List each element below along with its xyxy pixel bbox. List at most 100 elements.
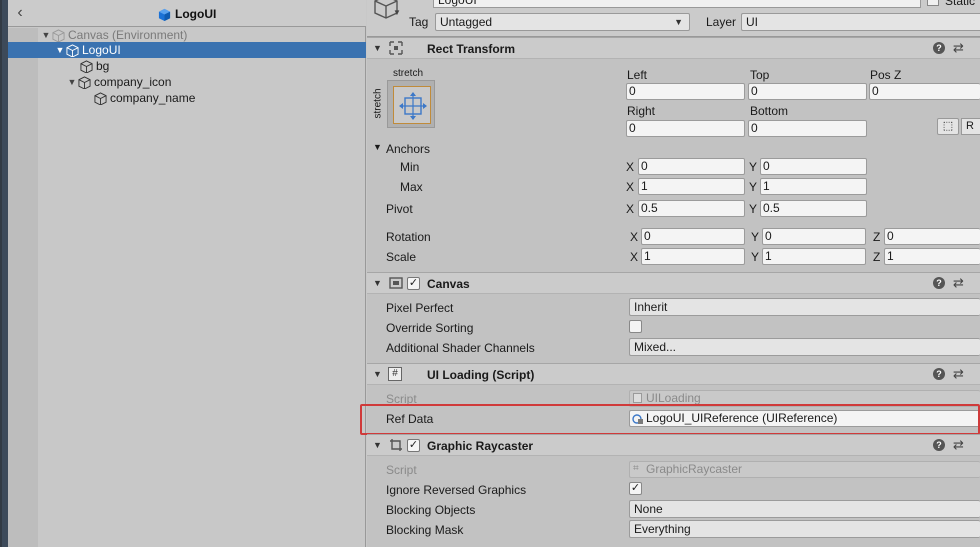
tree-item-label: Canvas (Environment): [68, 28, 188, 42]
help-icon[interactable]: ?: [933, 368, 945, 380]
override-sorting-checkbox[interactable]: [629, 320, 642, 333]
top-field[interactable]: 0: [748, 83, 867, 100]
ignore-reversed-label: Ignore Reversed Graphics: [386, 483, 527, 497]
anchor-min-x-field[interactable]: 0: [638, 158, 745, 175]
scale-y-axis-label: Y: [751, 250, 760, 264]
back-arrow-icon[interactable]: ‹: [12, 4, 28, 22]
right-label: Right: [627, 104, 656, 118]
tree-item-label: company_icon: [94, 75, 172, 89]
anchor-preset-frame: [393, 86, 431, 124]
anchor-max-x-field[interactable]: 1: [638, 178, 745, 195]
tree-item-label: company_name: [110, 91, 196, 105]
left-field[interactable]: 0: [626, 83, 745, 100]
tree-item-company-icon[interactable]: ▼ company_icon: [8, 74, 366, 90]
pivot-label: Pivot: [386, 202, 413, 216]
rotation-x-field[interactable]: 0: [641, 228, 745, 245]
shader-channels-label: Additional Shader Channels: [386, 341, 535, 355]
rotation-z-axis-label: Z: [873, 230, 881, 244]
shader-channels-dropdown[interactable]: Mixed...: [629, 338, 980, 356]
tag-dropdown[interactable]: Untagged ▼: [435, 13, 690, 31]
help-icon[interactable]: ?: [933, 277, 945, 289]
static-checkbox[interactable]: [927, 0, 939, 6]
fold-arrow-icon[interactable]: ▼: [373, 440, 382, 450]
right-field[interactable]: 0: [626, 120, 745, 137]
icon-dropdown-arrow-icon[interactable]: ▼: [393, 8, 401, 17]
layer-dropdown[interactable]: UI: [741, 13, 980, 31]
gameobject-name-field[interactable]: LogoUI: [433, 0, 921, 8]
scale-y-field[interactable]: 1: [762, 248, 866, 265]
rotation-y-field[interactable]: 0: [762, 228, 866, 245]
rotation-label: Rotation: [386, 230, 431, 244]
max-x-axis-label: X: [626, 180, 635, 194]
scale-x-field[interactable]: 1: [641, 248, 745, 265]
component-title: Graphic Raycaster: [427, 439, 534, 453]
blocking-objects-value: None: [634, 502, 663, 516]
ui-loading-header[interactable]: ▼ # UI Loading (Script) ? ⇄: [367, 363, 980, 385]
preset-settings-icon[interactable]: ⇄: [953, 437, 964, 453]
rotation-z-field[interactable]: 0: [884, 228, 980, 245]
tag-value: Untagged: [440, 15, 493, 29]
fold-arrow-icon[interactable]: ▼: [373, 278, 382, 288]
pivot-y-axis-label: Y: [749, 202, 758, 216]
help-icon[interactable]: ?: [933, 439, 945, 451]
script-file-icon: [633, 393, 642, 403]
posz-field[interactable]: 0: [869, 83, 980, 100]
tree-item-company-name[interactable]: company_name: [8, 90, 366, 106]
left-label: Left: [627, 68, 648, 82]
pivot-y-field[interactable]: 0.5: [760, 200, 867, 217]
inspector-panel: ▼ LogoUI Static Tag Untagged ▼ Layer UI ▼…: [360, 0, 980, 547]
scale-label: Scale: [386, 250, 417, 264]
tree-item-bg[interactable]: bg: [8, 58, 366, 74]
rect-transform-header[interactable]: ▼ Rect Transform ? ⇄: [367, 37, 980, 59]
tree-item-label: LogoUI: [82, 43, 121, 57]
raw-edit-button[interactable]: R: [961, 118, 980, 135]
fold-arrow-icon[interactable]: ▼: [373, 369, 382, 379]
bottom-field[interactable]: 0: [748, 120, 867, 137]
canvas-icon: [389, 277, 403, 289]
anchor-min-y-field[interactable]: 0: [760, 158, 867, 175]
blueprint-mode-button[interactable]: ⬚: [937, 118, 959, 135]
fold-arrow-icon[interactable]: ▼: [373, 43, 382, 53]
anchors-fold-arrow-icon[interactable]: ▼: [373, 142, 382, 152]
canvas-header[interactable]: ▼ ✓ Canvas ? ⇄: [367, 272, 980, 294]
graphic-raycaster-header[interactable]: ▼ ✓ Graphic Raycaster ? ⇄: [367, 434, 980, 456]
graphic-raycaster-icon: [390, 439, 402, 451]
pixel-perfect-dropdown[interactable]: Inherit: [629, 298, 980, 316]
tree-item-logoui[interactable]: ▼ LogoUI: [8, 42, 366, 58]
layer-label: Layer: [706, 15, 737, 29]
gameobject-cube-icon: [94, 91, 107, 105]
left-edge-strip: [0, 0, 8, 547]
anchor-max-y-field[interactable]: 1: [760, 178, 867, 195]
blocking-objects-dropdown[interactable]: None: [629, 500, 980, 518]
preset-settings-icon[interactable]: ⇄: [953, 366, 964, 382]
preset-settings-icon[interactable]: ⇄: [953, 40, 964, 56]
preset-settings-icon[interactable]: ⇄: [953, 275, 964, 291]
canvas-enabled-checkbox[interactable]: ✓: [407, 277, 420, 290]
scale-z-field[interactable]: 1: [884, 248, 980, 265]
rotation-x-axis-label: X: [630, 230, 639, 244]
expand-arrow-icon[interactable]: ▼: [54, 45, 66, 55]
anchor-preset-side-label: stretch: [372, 88, 384, 119]
hierarchy-header: ‹ LogoUI: [8, 0, 366, 27]
ignore-reversed-checkbox[interactable]: ✓: [629, 482, 642, 495]
pivot-x-field[interactable]: 0.5: [638, 200, 745, 217]
help-icon[interactable]: ?: [933, 42, 945, 54]
anchor-presets-button[interactable]: [387, 80, 435, 128]
prefab-title: LogoUI: [158, 5, 216, 23]
layer-value: UI: [746, 15, 758, 29]
expand-arrow-icon[interactable]: ▼: [40, 30, 52, 40]
prefab-title-label: LogoUI: [175, 7, 217, 21]
tree-item-canvas-environment[interactable]: ▼ Canvas (Environment): [8, 27, 366, 43]
chevron-down-icon: ▼: [674, 17, 683, 27]
expand-arrow-icon[interactable]: ▼: [66, 77, 78, 87]
graphic-raycaster-script-value: GraphicRaycaster: [646, 462, 743, 476]
anchor-preset-icon: [399, 92, 427, 120]
graphic-raycaster-script-label: Script: [386, 463, 417, 477]
graphic-raycaster-enabled-checkbox[interactable]: ✓: [407, 439, 420, 452]
blocking-mask-dropdown[interactable]: Everything: [629, 520, 980, 538]
ui-loading-script-value: UILoading: [646, 391, 701, 405]
rect-transform-icon: [389, 41, 403, 55]
anchors-label: Anchors: [386, 142, 431, 156]
pivot-x-axis-label: X: [626, 202, 635, 216]
pixel-perfect-value: Inherit: [634, 300, 668, 314]
